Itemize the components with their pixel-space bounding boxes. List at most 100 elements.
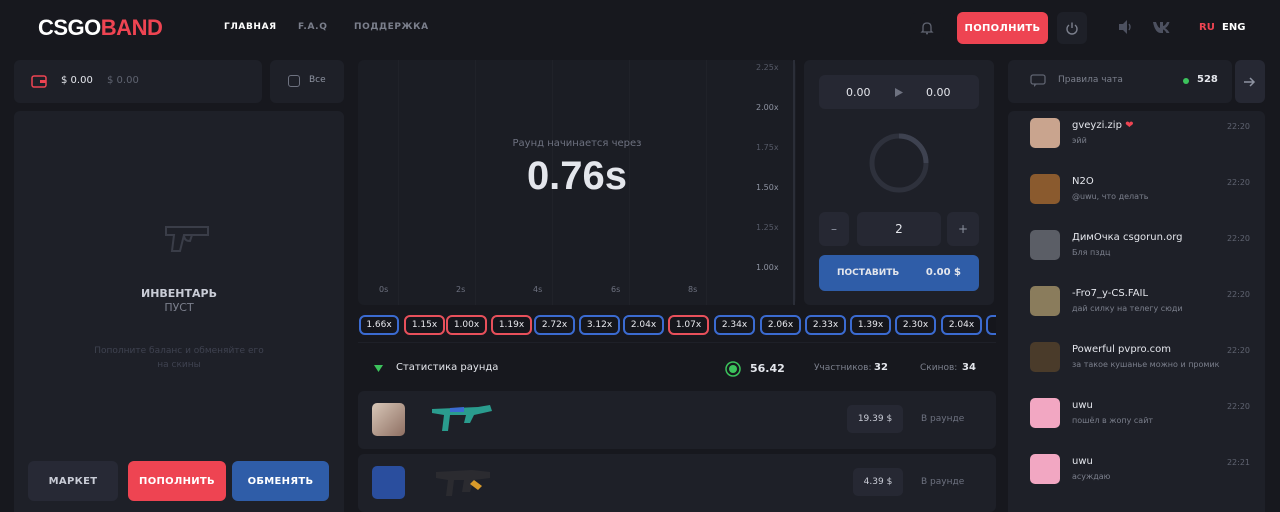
- history-coefficient[interactable]: 1.15x: [404, 315, 445, 335]
- loading-spinner-icon: [869, 133, 929, 193]
- bet-status: В раунде: [921, 477, 965, 487]
- triangle-down-icon: [374, 365, 383, 372]
- chat-message: uwu пошёл в жопу сайт 22:20: [1030, 398, 1250, 448]
- nav-support[interactable]: ПОДДЕРЖКА: [354, 22, 429, 32]
- history-coefficient[interactable]: 2.72x: [534, 315, 575, 335]
- amount-increase-button[interactable]: +: [947, 212, 979, 246]
- history-coefficient[interactable]: 2.04x: [941, 315, 982, 335]
- chat-avatar[interactable]: [1030, 118, 1060, 148]
- chat-time: 22:20: [1226, 290, 1250, 299]
- place-bet-button[interactable]: ПОСТАВИТЬ 0.00 $: [819, 255, 979, 291]
- chat-message: -Fro7_y-CS.FAIL дай силку на телегу сюди…: [1030, 286, 1250, 336]
- chat-text: пошёл в жопу сайт: [1072, 416, 1154, 425]
- amount-decrease-button[interactable]: –: [819, 212, 849, 246]
- bet-amount-input[interactable]: 2: [857, 212, 941, 246]
- market-button[interactable]: МАРКЕТ: [28, 461, 118, 501]
- place-bet-value: 0.00 $: [925, 267, 961, 278]
- lang-ru[interactable]: RU: [1199, 22, 1215, 33]
- history-coefficient[interactable]: 2.33x: [805, 315, 846, 335]
- weapon-skin-icon: [436, 470, 490, 496]
- online-count: 528: [1197, 74, 1218, 85]
- arrow-right-icon: [1244, 76, 1256, 87]
- power-icon: [1066, 22, 1078, 35]
- play-icon: [895, 88, 903, 97]
- player-avatar[interactable]: [372, 466, 405, 499]
- chat-text: эйй: [1072, 136, 1087, 145]
- balance-panel: $ 0.00 $ 0.00: [14, 60, 262, 103]
- x-tick: 4s: [533, 285, 543, 294]
- history-coefficient[interactable]: 2.30x: [895, 315, 936, 335]
- chat-avatar[interactable]: [1030, 230, 1060, 260]
- chat-avatar[interactable]: [1030, 174, 1060, 204]
- skins-count: 34: [962, 362, 976, 373]
- chat-username[interactable]: uwu: [1072, 400, 1093, 411]
- exchange-button[interactable]: ОБМЕНЯТЬ: [232, 461, 329, 501]
- round-bank-value: 56.42: [750, 362, 785, 375]
- chat-avatar[interactable]: [1030, 454, 1060, 484]
- nav-home[interactable]: ГЛАВНАЯ: [224, 22, 277, 32]
- history-coefficient[interactable]: 1.66x: [359, 315, 399, 335]
- select-all-checkbox[interactable]: [288, 75, 300, 87]
- inventory-hint-line1: Пополните баланс и обменяйте его: [94, 346, 264, 356]
- skins-label: Скинов:: [920, 363, 958, 373]
- chat-avatar[interactable]: [1030, 286, 1060, 316]
- history-coefficient[interactable]: 1.39x: [850, 315, 891, 335]
- chat-avatar[interactable]: [1030, 342, 1060, 372]
- chat-collapse-button[interactable]: [1235, 60, 1265, 103]
- player-avatar[interactable]: [372, 403, 405, 436]
- bet-price: 19.39 $: [847, 405, 903, 433]
- pistol-icon: [165, 226, 209, 252]
- players-label: Участников:: [814, 363, 872, 373]
- history-coefficient[interactable]: 2.34x: [714, 315, 755, 335]
- history-coefficient[interactable]: 1.00x: [446, 315, 487, 335]
- wallet-icon: [31, 75, 47, 88]
- logout-button[interactable]: [1057, 12, 1087, 44]
- auto-cashout-field[interactable]: 0.00 0.00: [819, 75, 979, 109]
- chat-username[interactable]: uwu: [1072, 456, 1093, 467]
- round-start-label: Раунд начинается через: [512, 138, 642, 149]
- history-coefficient[interactable]: 2.06x: [760, 315, 801, 335]
- history-coefficient[interactable]: 3.12x: [579, 315, 620, 335]
- history-coefficient-partial[interactable]: [986, 315, 996, 335]
- round-stats-header[interactable]: Статистика раунда 56.42 Участников: 32 С…: [358, 350, 996, 386]
- chat-username[interactable]: gveyzi.zip ❤: [1072, 120, 1134, 131]
- bet-row: 4.39 $ В раунде: [358, 454, 996, 512]
- auto-to-value: 0.00: [926, 86, 951, 99]
- chat-avatar[interactable]: [1030, 398, 1060, 428]
- lang-eng[interactable]: ENG: [1222, 22, 1245, 33]
- x-tick: 6s: [611, 285, 621, 294]
- sound-button[interactable]: [1117, 19, 1135, 39]
- chat-header: Правила чата 528: [1008, 60, 1232, 103]
- chat-username[interactable]: ДимОчка csgorun.org: [1072, 232, 1183, 243]
- place-bet-label: ПОСТАВИТЬ: [837, 268, 900, 278]
- logo[interactable]: CSGOBAND: [38, 15, 163, 41]
- chat-time: 22:20: [1226, 178, 1250, 187]
- inventory-hint-line2: на скины: [157, 360, 201, 370]
- chat-username[interactable]: Powerful pvpro.com: [1072, 344, 1171, 355]
- vk-icon: [1153, 22, 1170, 33]
- chat-message: N2O @uwu, что делать 22:20: [1030, 174, 1250, 224]
- inventory-panel: ИНВЕНТАРЬ ПУСТ Пополните баланс и обменя…: [14, 111, 344, 512]
- chat-username[interactable]: N2O: [1072, 176, 1094, 187]
- x-tick: 0s: [379, 285, 389, 294]
- chat-rules-link[interactable]: Правила чата: [1058, 75, 1123, 85]
- chat-text: Бля пздц: [1072, 248, 1111, 257]
- history-coefficient[interactable]: 1.07x: [668, 315, 709, 335]
- chat-time: 22:20: [1226, 234, 1250, 243]
- vk-link[interactable]: [1152, 19, 1170, 38]
- nav-faq[interactable]: F.A.Q: [298, 22, 327, 32]
- select-all-toggle[interactable]: Все: [270, 60, 344, 103]
- y-tick: 1.25x: [756, 223, 779, 232]
- chat-time: 22:20: [1226, 346, 1250, 355]
- balance-secondary: $ 0.00: [107, 75, 139, 86]
- notifications-button[interactable]: [910, 13, 944, 43]
- history-coefficient[interactable]: 1.19x: [491, 315, 532, 335]
- chat-time: 22:20: [1226, 402, 1250, 411]
- history-coefficient[interactable]: 2.04x: [623, 315, 664, 335]
- inventory-deposit-button[interactable]: ПОПОЛНИТЬ: [128, 461, 226, 501]
- balance-primary: $ 0.00: [61, 75, 93, 86]
- header-deposit-button[interactable]: ПОПОЛНИТЬ: [957, 12, 1048, 44]
- chat-username[interactable]: -Fro7_y-CS.FAIL: [1072, 288, 1148, 299]
- chat-message: Powerful pvpro.com за такое кушанье можн…: [1030, 342, 1250, 392]
- x-tick: 2s: [456, 285, 466, 294]
